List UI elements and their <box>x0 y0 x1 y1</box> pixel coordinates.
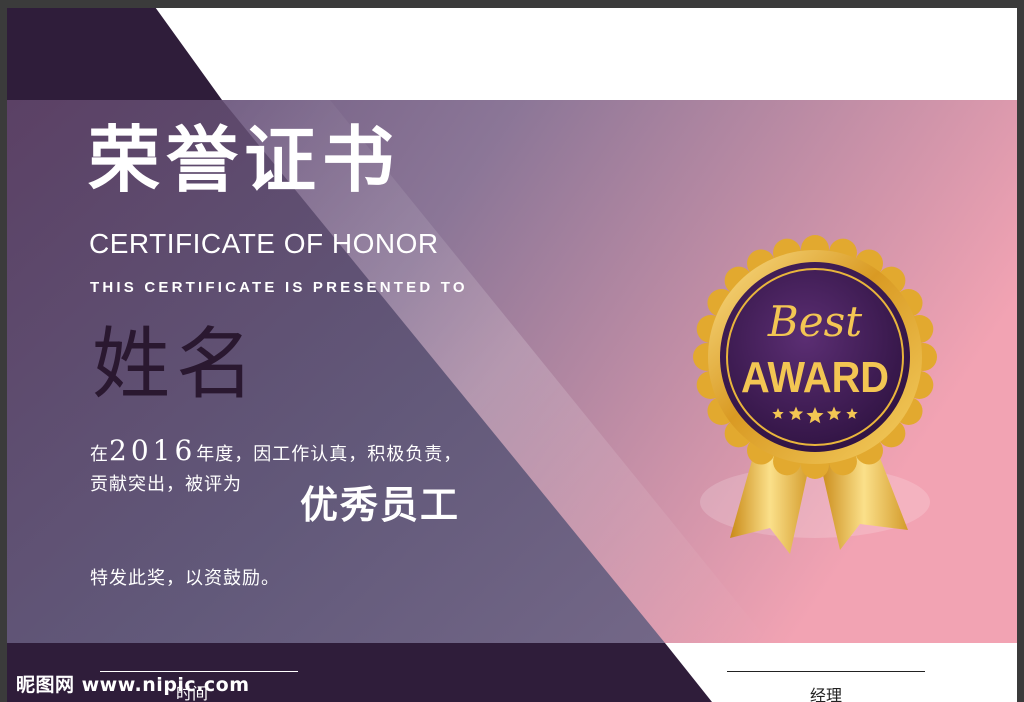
body-line-1: 在2016年度，因工作认真，积极负责， <box>90 434 462 467</box>
award-title: 优秀员工 <box>300 483 461 527</box>
certificate-title: 荣誉证书 <box>88 118 401 202</box>
closing-line: 特发此奖，以资鼓励。 <box>90 568 280 589</box>
certificate-title-en: CERTIFICATE OF HONOR <box>89 228 439 259</box>
watermark-id: ID:26506346 NO:20191210142258932035 <box>796 676 1014 688</box>
presented-to-line: THIS CERTIFICATE IS PRESENTED TO <box>90 279 468 296</box>
award-badge: Best AWARD <box>693 235 937 554</box>
certificate-canvas: 荣誉证书 CERTIFICATE OF HONOR THIS CERTIFICA… <box>0 0 1024 702</box>
body-year: 2016 <box>109 434 197 467</box>
window-frame-left <box>0 0 7 702</box>
body-prefix: 在 <box>90 444 109 465</box>
body-suffix: 年度，因工作认真，积极负责， <box>196 444 463 465</box>
recipient-name: 姓名 <box>92 320 261 410</box>
badge-award-text: AWARD <box>741 353 889 402</box>
window-frame-right <box>1017 0 1024 702</box>
watermark-logo: 昵图网 www.nipic.com <box>16 674 250 696</box>
body-line-2: 贡献突出，被评为 <box>90 474 242 495</box>
window-frame-top <box>0 0 1024 8</box>
badge-best-text: Best <box>767 297 862 346</box>
sign-line-right <box>727 671 925 672</box>
